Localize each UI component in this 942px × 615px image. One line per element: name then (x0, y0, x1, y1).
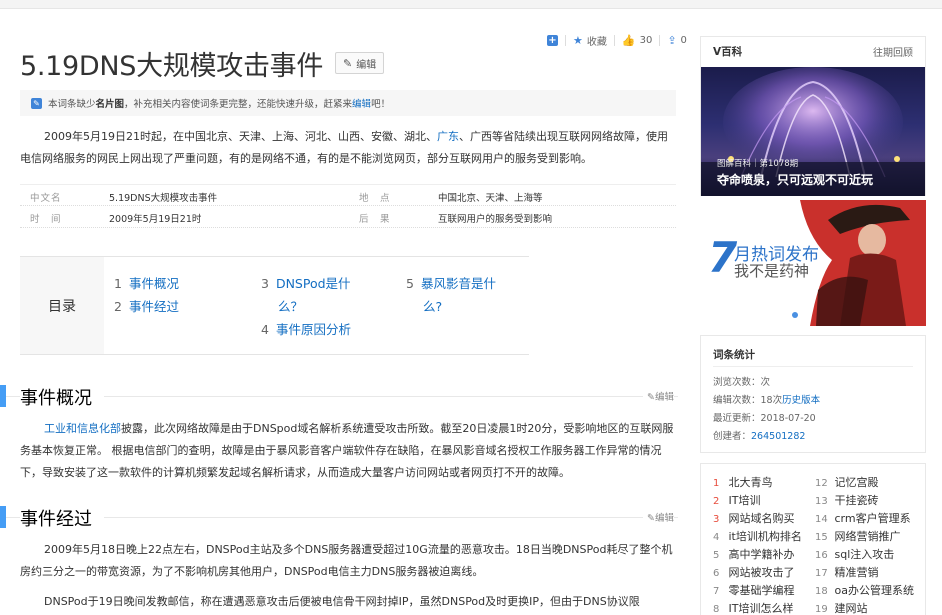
info-value: 2009年5月19日21时 (109, 214, 202, 225)
info-value: 互联网用户的服务受到影响 (438, 214, 553, 225)
share-icon[interactable]: ⇪ (667, 34, 676, 47)
past-issues-link[interactable]: 往期回顾 (873, 44, 913, 59)
section-2-paragraph-2: DNSPod于19日晚间发教邮信，称在遭遇恶意攻击后便被电信骨干网封掉IP，虽然… (20, 591, 676, 615)
pencil-icon: ✎ (343, 56, 353, 70)
list-item[interactable]: 2 IT培训 (713, 492, 760, 508)
intro-text: 2009年5月19日21时起，在中国北京、天津、上海、河北、山西、安徽、湖北、 (44, 130, 437, 143)
section-edit-button[interactable]: ✎编辑 (643, 510, 674, 524)
list-item[interactable]: 12 记忆宫殿 (815, 474, 879, 490)
miit-link[interactable]: 工业和信息化部 (44, 422, 121, 435)
stats-title: 词条统计 (713, 349, 755, 361)
info-key: 地 点 (359, 193, 391, 204)
section-marker (0, 385, 6, 407)
carousel-dot[interactable] (792, 312, 798, 318)
missing-image-notice: ✎ 本词条缺少 名片图 ，补充相关内容使词条更完整，还能快速升级，赶紧来 编辑 吧！ (20, 90, 676, 116)
star-icon[interactable]: ★ (573, 34, 583, 47)
pencil-icon: ✎ (31, 97, 42, 109)
list-item[interactable]: 14 crm客户管理系 (815, 510, 911, 526)
thumbs-up-icon[interactable]: 👍 (622, 34, 636, 47)
edit-button-label: 编辑 (356, 59, 377, 71)
toc-item-3[interactable]: 3 DNSPod是什 (261, 273, 351, 292)
notice-text: 本词条缺少 (48, 99, 96, 110)
entry-stats: 词条统计 浏览次数：次 编辑次数：18次历史版本 最近更新：2018-07-20… (700, 335, 926, 453)
list-item[interactable]: 6 网站被攻击了 (713, 564, 795, 580)
creator-link[interactable]: 264501282 (751, 431, 805, 442)
info-row: 时 间 2009年5月19日21时 后 果 互联网用户的服务受到影响 (20, 206, 676, 228)
list-item[interactable]: 15 网络营销推广 (815, 528, 901, 544)
toc-title: 目录 (20, 257, 104, 354)
notice-text: ，补充相关内容使词条更完整，还能快速升级，赶紧来 (124, 99, 353, 110)
info-key: 时 间 (30, 214, 62, 225)
section-edit-button[interactable]: ✎编辑 (643, 389, 674, 403)
notice-edit-link[interactable]: 编辑 (352, 96, 371, 110)
like-count[interactable]: 30 (640, 35, 653, 46)
add-icon[interactable]: + (547, 34, 558, 46)
toc-item-4[interactable]: 4 事件原因分析 (261, 319, 351, 338)
info-value: 5.19DNS大规模攻击事件 (109, 193, 218, 204)
list-item[interactable]: 16 sql注入攻击 (815, 546, 894, 562)
hot-month-number: 7 (708, 233, 738, 282)
section-1-paragraph: 工业和信息化部披露，此次网络故障是由于DNSpod域名解析系统遭受攻击所致。截至… (20, 418, 676, 484)
vbaike-title: V百科 (713, 46, 743, 58)
list-item[interactable]: 17 精准营销 (815, 564, 879, 580)
table-of-contents: 目录 1 事件概况 2 事件经过 3 DNSPod是什 么？ 4 事件原因分析 5 暴风影… (20, 256, 529, 355)
top-border (0, 0, 942, 9)
stats-creator: 创建者：264501282 (713, 431, 806, 442)
article-toolbar: + ★ 收藏 👍 30 ⇪ 0 (547, 33, 687, 48)
list-item[interactable]: 8 IT培训怎么样 (713, 600, 793, 615)
favorite-button[interactable]: 收藏 (587, 33, 607, 48)
notice-text: 吧！ (371, 99, 391, 110)
page-title: 5.19DNS大规模攻击事件 (20, 50, 324, 82)
toc-item-3-cont[interactable]: 么？ (278, 296, 303, 315)
section-marker (0, 506, 6, 528)
info-value: 中国北京、天津、上海等 (438, 193, 543, 204)
section-title: 事件经过 (20, 505, 104, 531)
toc-item-5-cont[interactable]: 么? (423, 296, 442, 315)
share-count[interactable]: 0 (681, 35, 687, 46)
list-item[interactable]: 7 零基础学编程 (713, 582, 795, 598)
vbaike-issue: 图解百科｜第1078期 (717, 159, 799, 169)
stats-updated: 最近更新：2018-07-20 (713, 413, 816, 424)
vbaike-box: V百科 往期回顾 图解百科｜第1078期 夺命喷泉，只可远观不可近玩 (700, 36, 926, 196)
edit-button[interactable]: ✎ 编辑 (335, 52, 385, 74)
intro-paragraph: 2009年5月19日21时起，在中国北京、天津、上海、河北、山西、安徽、湖北、广… (20, 126, 676, 170)
list-item[interactable]: 4 it培训机构排名 (713, 528, 802, 544)
info-key: 中文名 (30, 193, 62, 204)
section-2-text: 2009年5月18日晚上22点左右，DNSPod主站及多个DNS服务器遭受超过1… (20, 543, 673, 578)
vbaike-caption: 夺命喷泉，只可远观不可近玩 (717, 173, 874, 187)
basic-info: 中文名 5.19DNS大规模攻击事件 地 点 中国北京、天津、上海等 时 间 2… (20, 184, 676, 228)
list-item[interactable]: 1 北大青鸟 (713, 474, 773, 490)
notice-bold: 名片图 (95, 99, 125, 110)
stats-edits: 编辑次数：18次历史版本 (713, 395, 821, 406)
history-link[interactable]: 历史版本 (782, 395, 820, 406)
hot-subtitle: 我不是药神 (734, 262, 810, 280)
section-title: 事件概况 (20, 384, 104, 410)
title-row: 5.19DNS大规模攻击事件 ✎ 编辑 (20, 46, 385, 82)
list-item[interactable]: 13 干挂瓷砖 (815, 492, 879, 508)
info-key: 后 果 (359, 214, 391, 225)
toc-item-5[interactable]: 5 暴风影音是什 (406, 273, 496, 292)
stats-views: 浏览次数：次 (713, 377, 771, 388)
guangdong-link[interactable]: 广东 (437, 130, 459, 143)
list-item[interactable]: 3 网站域名购买 (713, 510, 795, 526)
related-ranking: 1 北大青鸟 2 IT培训 3 网站域名购买 4 it培训机构排名 5 高中学籍… (700, 463, 926, 615)
section-2-paragraph-1: 2009年5月18日晚上22点左右，DNSPod主站及多个DNS服务器遭受超过1… (20, 539, 676, 583)
vbaike-banner-image[interactable]: 图解百科｜第1078期 夺命喷泉，只可远观不可近玩 (701, 67, 925, 196)
list-item[interactable]: 5 高中学籍补办 (713, 546, 795, 562)
hot-words-banner[interactable]: 7 月热词发布 我不是药神 (700, 200, 926, 326)
toc-item-2[interactable]: 2 事件经过 (114, 296, 179, 315)
section-2-text: DNSPod于19日晚间发教邮信，称在遭遇恶意攻击后便被电信骨干网封掉IP，虽然… (44, 595, 640, 608)
info-row: 中文名 5.19DNS大规模攻击事件 地 点 中国北京、天津、上海等 (20, 184, 676, 206)
toc-item-1[interactable]: 1 事件概况 (114, 273, 179, 292)
list-item[interactable]: 19 建网站 (815, 600, 868, 615)
list-item[interactable]: 18 oa办公管理系统 (815, 582, 914, 598)
